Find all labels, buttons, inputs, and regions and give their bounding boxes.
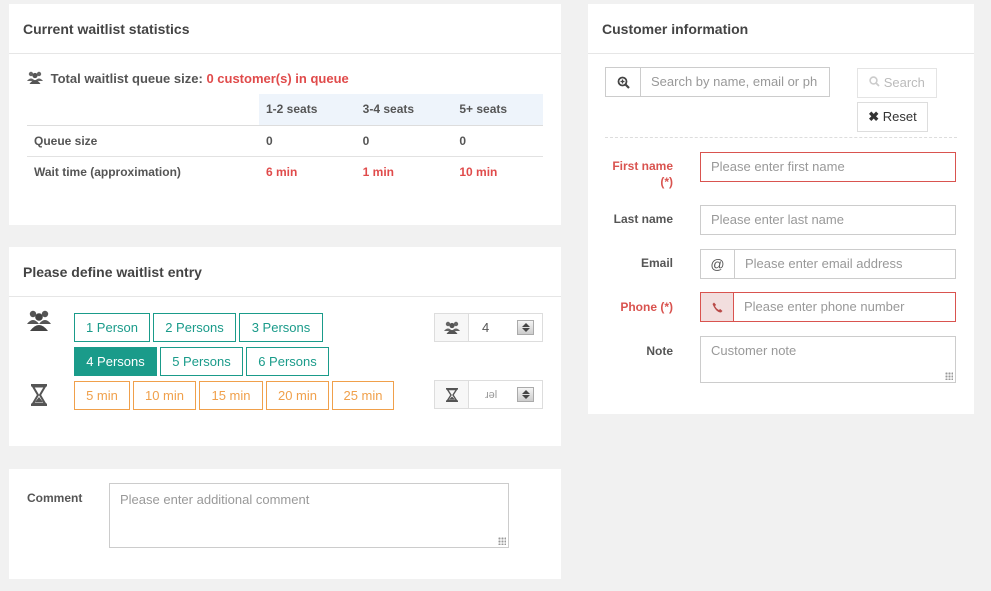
group-icon <box>27 309 51 333</box>
cell-value: 1 min <box>355 155 453 187</box>
row-label: Wait time (approximation) <box>27 155 259 187</box>
persons-6-button[interactable]: 6 Persons <box>246 347 329 376</box>
divider <box>605 137 957 138</box>
first-name-field[interactable]: Please enter first name <box>700 152 956 182</box>
total-queue-size: Total waitlist queue size: 0 customer(s)… <box>27 71 349 87</box>
reset-button-label: Reset <box>882 109 917 124</box>
time-5-button[interactable]: 5 min <box>74 381 130 410</box>
cell-value: 10 min <box>452 155 543 187</box>
table-row: Wait time (approximation) 6 min 1 min 10… <box>27 155 543 187</box>
persons-stepper-value: 4 <box>482 320 490 335</box>
reset-button[interactable]: ✖ Reset <box>857 102 928 132</box>
search-icon <box>869 75 884 90</box>
comment-panel: Comment Please enter additional comment <box>9 469 561 579</box>
col-3-4-seats: 3-4 seats <box>355 94 453 126</box>
comment-label: Comment <box>27 491 83 505</box>
cell-value: 0 <box>355 124 453 156</box>
persons-stepper[interactable]: 4 <box>434 313 543 342</box>
time-25-button[interactable]: 25 min <box>332 381 394 410</box>
search-button-label: Search <box>883 75 925 90</box>
hourglass-icon <box>27 383 51 407</box>
cell-value: 6 min <box>259 155 356 187</box>
comment-textarea[interactable]: Please enter additional comment <box>109 483 509 548</box>
persons-4-button[interactable]: 4 Persons <box>74 347 157 376</box>
customer-information-panel: Customer information Search by name, ema… <box>588 4 974 414</box>
stepper-arrows[interactable] <box>517 387 534 402</box>
stats-header-blank <box>27 94 259 126</box>
at-icon: @ <box>700 249 735 279</box>
last-name-label: Last name <box>613 212 673 226</box>
persons-3-button[interactable]: 3 Persons <box>239 313 323 342</box>
time-10-button[interactable]: 10 min <box>133 381 196 410</box>
entry-title: Please define waitlist entry <box>9 247 561 297</box>
search-placeholder: Search by name, email or ph <box>651 74 818 89</box>
phone-icon <box>700 292 734 322</box>
total-label: Total waitlist queue size: <box>50 71 203 86</box>
email-placeholder: Please enter email address <box>745 256 903 271</box>
email-field[interactable]: Please enter email address <box>734 249 956 279</box>
time-stepper-placeholder: ɹǝl <box>485 389 498 401</box>
resize-handle[interactable] <box>945 372 953 380</box>
email-label: Email <box>640 256 673 270</box>
stepper-arrows[interactable] <box>517 320 534 335</box>
persons-1-button[interactable]: 1 Person <box>74 313 150 342</box>
note-label: Note <box>646 344 673 358</box>
note-placeholder: Customer note <box>711 343 797 358</box>
required-mark: (*) <box>660 175 673 189</box>
stats-table: 1-2 seats 3-4 seats 5+ seats Queue size … <box>27 94 543 187</box>
time-15-button[interactable]: 15 min <box>199 381 263 410</box>
close-icon: ✖ <box>868 109 880 124</box>
phone-label: Phone (*) <box>620 300 673 314</box>
last-name-placeholder: Please enter last name <box>711 212 844 227</box>
note-textarea[interactable]: Customer note <box>700 336 956 383</box>
col-1-2-seats: 1-2 seats <box>259 94 356 126</box>
waitlist-entry-panel: Please define waitlist entry 1 Person 2 … <box>9 247 561 446</box>
last-name-field[interactable]: Please enter last name <box>700 205 956 235</box>
search-button[interactable]: Search <box>857 68 937 98</box>
phone-placeholder: Please enter phone number <box>744 299 905 314</box>
group-icon <box>435 314 469 341</box>
customer-title: Customer information <box>588 4 974 54</box>
customer-search-input[interactable]: Search by name, email or ph <box>640 67 830 97</box>
group-icon <box>27 71 43 87</box>
hourglass-icon <box>435 381 469 408</box>
first-name-label: First name (*) <box>601 158 673 190</box>
first-name-placeholder: Please enter first name <box>711 159 845 174</box>
persons-2-button[interactable]: 2 Persons <box>153 313 236 342</box>
comment-placeholder: Please enter additional comment <box>120 492 310 507</box>
col-5-plus-seats: 5+ seats <box>452 94 543 126</box>
waitlist-statistics-panel: Current waitlist statistics Total waitli… <box>9 4 561 225</box>
persons-5-button[interactable]: 5 Persons <box>160 347 243 376</box>
time-stepper[interactable]: ɹǝl <box>434 380 543 409</box>
total-value: 0 customer(s) in queue <box>206 71 349 86</box>
phone-field[interactable]: Please enter phone number <box>733 292 956 322</box>
time-20-button[interactable]: 20 min <box>266 381 329 410</box>
row-label: Queue size <box>27 124 259 156</box>
zoom-icon <box>605 67 641 97</box>
cell-value: 0 <box>259 124 356 156</box>
stats-title: Current waitlist statistics <box>9 4 561 54</box>
first-name-label-text: First name <box>612 159 673 173</box>
cell-value: 0 <box>452 124 543 156</box>
table-row: Queue size 0 0 0 <box>27 124 543 156</box>
resize-handle[interactable] <box>498 537 506 545</box>
